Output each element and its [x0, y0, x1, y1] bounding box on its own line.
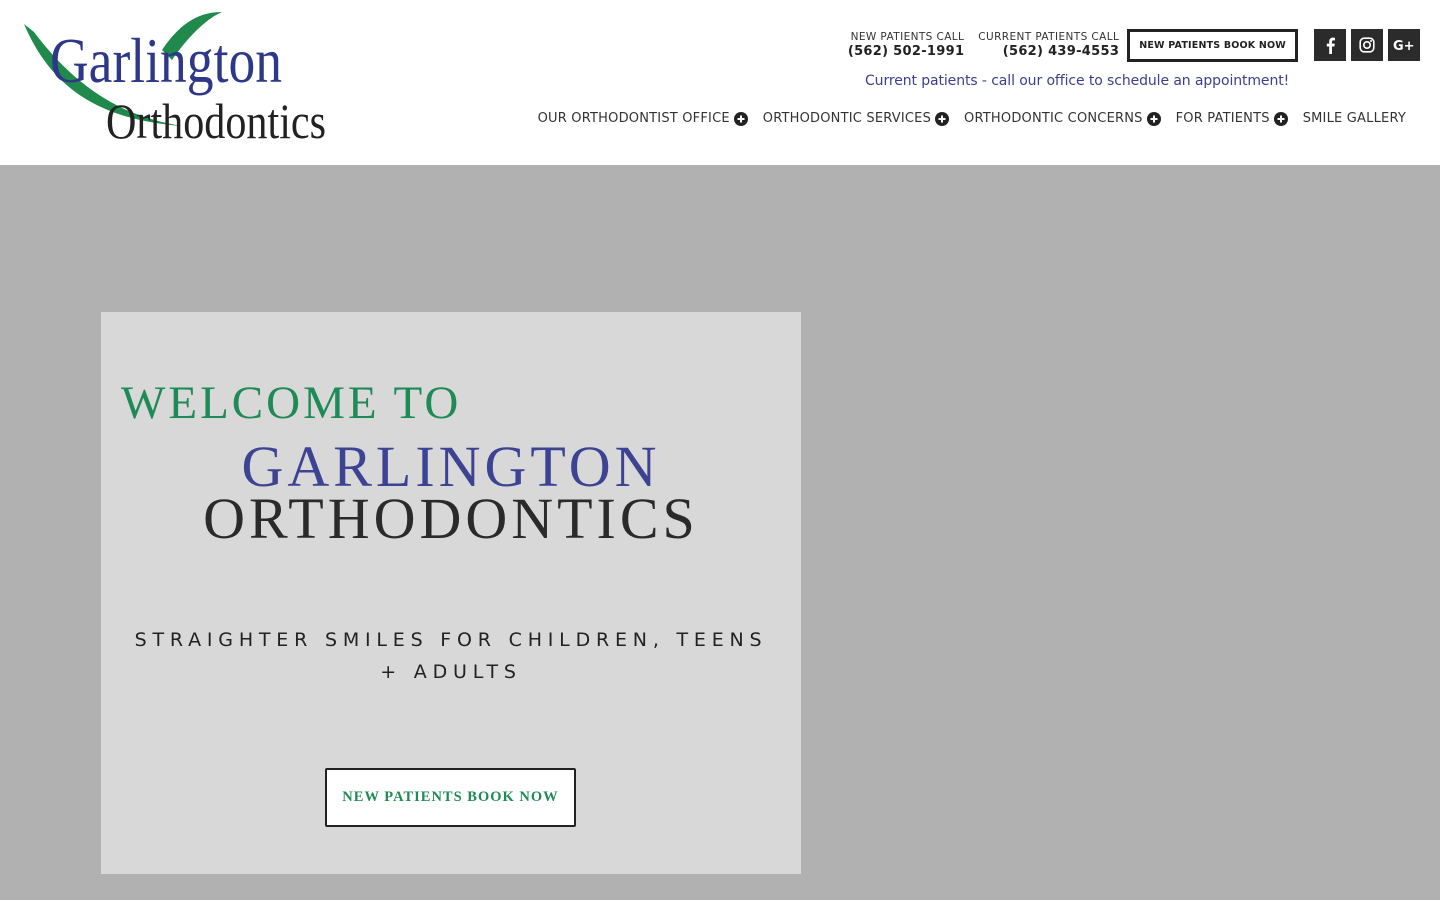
google-plus-icon[interactable]: G+: [1388, 29, 1420, 61]
nav-item-orthodontic-concerns[interactable]: ORTHODONTIC CONCERNS: [964, 111, 1161, 126]
hero-book-now-button[interactable]: NEW PATIENTS BOOK NOW: [325, 768, 576, 827]
current-patients-label: CURRENT PATIENTS CALL: [978, 30, 1120, 43]
logo-text-line1: Garlington: [50, 25, 282, 96]
nav-item-our-orthodontist-office[interactable]: OUR ORTHODONTIST OFFICE: [538, 111, 748, 126]
instagram-icon[interactable]: [1351, 29, 1383, 61]
new-patients-label: NEW PATIENTS CALL: [850, 30, 965, 43]
logo-text-line2: Orthodontics: [106, 93, 326, 145]
plus-circle-icon: [935, 111, 950, 126]
social-links: G+: [1309, 29, 1420, 61]
logo[interactable]: Garlington Orthodontics: [22, 10, 332, 145]
nav-item-for-patients[interactable]: FOR PATIENTS: [1176, 111, 1288, 126]
current-patients-phone[interactable]: (562) 439-4553: [1003, 44, 1119, 60]
new-patients-contact: NEW PATIENTS CALL (562) 502-1991: [848, 31, 964, 60]
contact-bar: NEW PATIENTS CALL (562) 502-1991 CURRENT…: [848, 28, 1420, 62]
hero-title-line2: ORTHODONTICS: [203, 486, 699, 551]
new-patients-phone[interactable]: (562) 502-1991: [848, 44, 964, 60]
hero-tagline: STRAIGHTER SMILES FOR CHILDREN, TEENS + …: [134, 629, 768, 683]
header-book-now-button[interactable]: NEW PATIENTS BOOK NOW: [1127, 28, 1298, 62]
plus-circle-icon: [1273, 111, 1288, 126]
plus-circle-icon: [733, 111, 748, 126]
nav-item-label: FOR PATIENTS: [1175, 111, 1270, 126]
nav-item-orthodontic-services[interactable]: ORTHODONTIC SERVICES: [762, 111, 950, 126]
hero-welcome: WELCOME TO: [121, 377, 462, 429]
hero-card: WELCOME TO GARLINGTON ORTHODONTICS STRAI…: [101, 312, 801, 874]
nav-item-label: OUR ORTHODONTIST OFFICE: [537, 111, 730, 126]
nav-item-smile-gallery[interactable]: SMILE GALLERY: [1303, 111, 1406, 126]
svg-text:G+: G+: [1393, 39, 1415, 52]
hero-section: WELCOME TO GARLINGTON ORTHODONTICS STRAI…: [0, 165, 1440, 900]
nav-item-label: SMILE GALLERY: [1302, 111, 1406, 126]
facebook-icon[interactable]: [1314, 29, 1346, 61]
nav-item-label: ORTHODONTIC SERVICES: [762, 111, 932, 126]
current-patients-contact: CURRENT PATIENTS CALL (562) 439-4553: [978, 31, 1119, 60]
schedule-notice[interactable]: Current patients - call our office to sc…: [865, 73, 1289, 89]
site-header: Garlington Orthodontics NEW PATIENTS CAL…: [0, 0, 1440, 165]
plus-circle-icon: [1146, 111, 1161, 126]
main-navigation: OUR ORTHODONTIST OFFICE ORTHODONTIC SERV…: [523, 111, 1406, 126]
nav-item-label: ORTHODONTIC CONCERNS: [964, 111, 1143, 126]
